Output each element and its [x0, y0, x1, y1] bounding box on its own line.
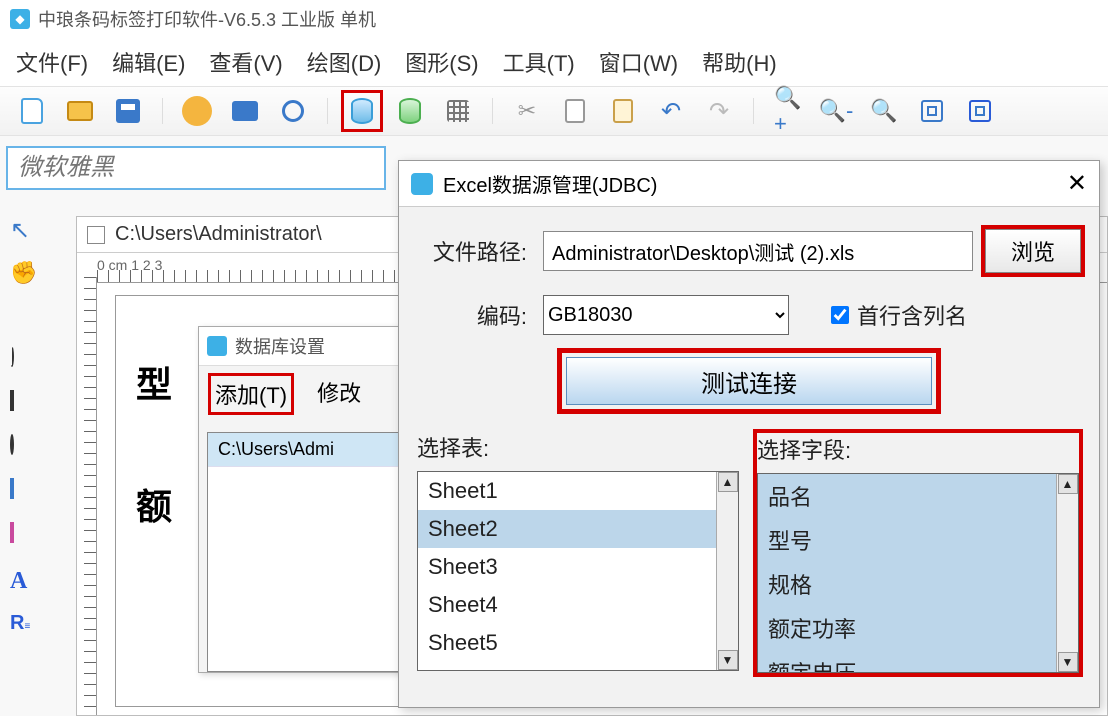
ruler-vertical — [77, 277, 97, 715]
file-path-input[interactable] — [543, 231, 973, 271]
menu-draw[interactable]: 绘图(D) — [307, 46, 382, 78]
fit-page-icon[interactable] — [966, 97, 994, 125]
excel-dialog-title: Excel数据源管理(JDBC) — [443, 169, 657, 198]
menu-window[interactable]: 窗口(W) — [599, 46, 678, 78]
window-icon — [87, 226, 105, 244]
field-item[interactable]: 额定电压 — [758, 650, 1056, 672]
select-table-label: 选择表: — [417, 431, 739, 463]
line-tool-icon[interactable] — [10, 304, 38, 332]
field-item[interactable]: 额定功率 — [758, 606, 1056, 650]
db-connection-row[interactable]: C:\Users\Admi — [208, 433, 398, 467]
document-path: C:\Users\Administrator\ — [115, 223, 322, 246]
print-icon[interactable] — [231, 97, 259, 125]
menu-tool[interactable]: 工具(T) — [503, 46, 575, 78]
menu-edit[interactable]: 编辑(E) — [112, 46, 185, 78]
table-item[interactable]: Sheet5 — [418, 624, 716, 662]
circle-tool-icon[interactable] — [10, 436, 38, 464]
tables-listbox[interactable]: Sheet1Sheet2Sheet3Sheet4Sheet5 ▲ ▼ — [417, 471, 739, 671]
cut-icon[interactable]: ✂ — [513, 97, 541, 125]
field-item[interactable]: 品名 — [758, 474, 1056, 518]
tables-scrollbar[interactable]: ▲ ▼ — [716, 472, 738, 670]
scroll-up-icon[interactable]: ▲ — [718, 472, 738, 492]
close-icon[interactable]: ✕ — [1067, 169, 1087, 198]
grid-icon[interactable] — [444, 97, 472, 125]
separator — [327, 98, 328, 124]
db-connection-list[interactable]: C:\Users\Admi — [207, 432, 399, 672]
excel-jdbc-dialog: Excel数据源管理(JDBC) ✕ 文件路径: 浏览 编码: GB18030 … — [398, 160, 1100, 708]
separator — [492, 98, 493, 124]
paste-icon[interactable] — [609, 97, 637, 125]
font-field-wrap — [6, 146, 386, 190]
test-connection-button[interactable]: 测试连接 — [566, 357, 932, 405]
encoding-select[interactable]: GB18030 — [543, 295, 789, 335]
titlebar: ◆ 中琅条码标签打印软件-V6.5.3 工业版 单机 — [0, 0, 1108, 38]
image2-tool-icon[interactable] — [10, 524, 38, 552]
table-item[interactable]: Sheet4 — [418, 586, 716, 624]
menu-help[interactable]: 帮助(H) — [702, 46, 777, 78]
separator — [753, 98, 754, 124]
pan-icon[interactable]: ✊ — [10, 260, 38, 288]
table-item[interactable]: Sheet2 — [418, 510, 716, 548]
separator — [162, 98, 163, 124]
menu-view[interactable]: 查看(V) — [209, 46, 282, 78]
new-icon[interactable] — [18, 97, 46, 125]
db-settings-icon — [207, 336, 227, 356]
preview-icon[interactable] — [279, 97, 307, 125]
browse-button[interactable]: 浏览 — [985, 229, 1081, 273]
menu-file[interactable]: 文件(F) — [16, 46, 88, 78]
zoom-in-icon[interactable]: 🔍+ — [774, 97, 802, 125]
open-icon[interactable] — [66, 97, 94, 125]
db-modify-button[interactable]: 修改 — [317, 376, 361, 412]
header-row-checkbox[interactable] — [831, 306, 849, 324]
zoom-reset-icon[interactable]: 🔍 — [870, 97, 898, 125]
field-item[interactable]: 规格 — [758, 562, 1056, 606]
redo-icon[interactable]: ↷ — [705, 97, 733, 125]
menubar: 文件(F) 编辑(E) 查看(V) 绘图(D) 图形(S) 工具(T) 窗口(W… — [0, 38, 1108, 86]
toolbar: ✂ ↶ ↷ 🔍+ 🔍- 🔍 — [0, 86, 1108, 136]
select-field-label: 选择字段: — [757, 433, 1079, 465]
app-title: 中琅条码标签打印软件-V6.5.3 工业版 单机 — [38, 6, 376, 32]
excel-dialog-icon — [411, 173, 433, 195]
app-icon: ◆ — [10, 9, 30, 29]
table-item[interactable]: Sheet3 — [418, 548, 716, 586]
fit-window-icon[interactable] — [918, 97, 946, 125]
table-item[interactable]: Sheet1 — [418, 472, 716, 510]
rect-tool-icon[interactable] — [10, 392, 38, 420]
db-settings-header: 数据库设置 — [199, 327, 407, 366]
menu-shape[interactable]: 图形(S) — [405, 46, 478, 78]
fields-scrollbar[interactable]: ▲ ▼ — [1056, 474, 1078, 672]
copy-icon[interactable] — [561, 97, 589, 125]
scroll-up-icon[interactable]: ▲ — [1058, 474, 1078, 494]
zoom-out-icon[interactable]: 🔍- — [822, 97, 850, 125]
db-settings-dialog: 数据库设置 添加(T) 修改 C:\Users\Admi — [198, 326, 408, 673]
fields-listbox[interactable]: 品名型号规格额定功率额定电压 ▲ ▼ — [757, 473, 1079, 673]
settings-icon[interactable] — [183, 97, 211, 125]
scroll-down-icon[interactable]: ▼ — [718, 650, 738, 670]
header-row-label: 首行含列名 — [857, 299, 967, 331]
image-tool-icon[interactable] — [10, 480, 38, 508]
curve-tool-icon[interactable] — [10, 348, 38, 376]
encoding-label: 编码: — [417, 299, 527, 331]
pointer-icon[interactable]: ↖ — [10, 216, 38, 244]
scroll-down-icon[interactable]: ▼ — [1058, 652, 1078, 672]
file-path-label: 文件路径: — [417, 235, 527, 267]
database-icon[interactable] — [348, 97, 376, 125]
text-tool-icon[interactable]: A — [10, 568, 38, 596]
left-toolbar: ↖ ✊ A R≡ — [4, 216, 44, 640]
save-icon[interactable] — [114, 97, 142, 125]
richtext-tool-icon[interactable]: R≡ — [10, 612, 38, 640]
database2-icon[interactable] — [396, 97, 424, 125]
font-input[interactable] — [6, 146, 386, 190]
field-item[interactable]: 型号 — [758, 518, 1056, 562]
undo-icon[interactable]: ↶ — [657, 97, 685, 125]
db-settings-title: 数据库设置 — [235, 333, 325, 359]
db-add-button[interactable]: 添加(T) — [211, 376, 291, 412]
